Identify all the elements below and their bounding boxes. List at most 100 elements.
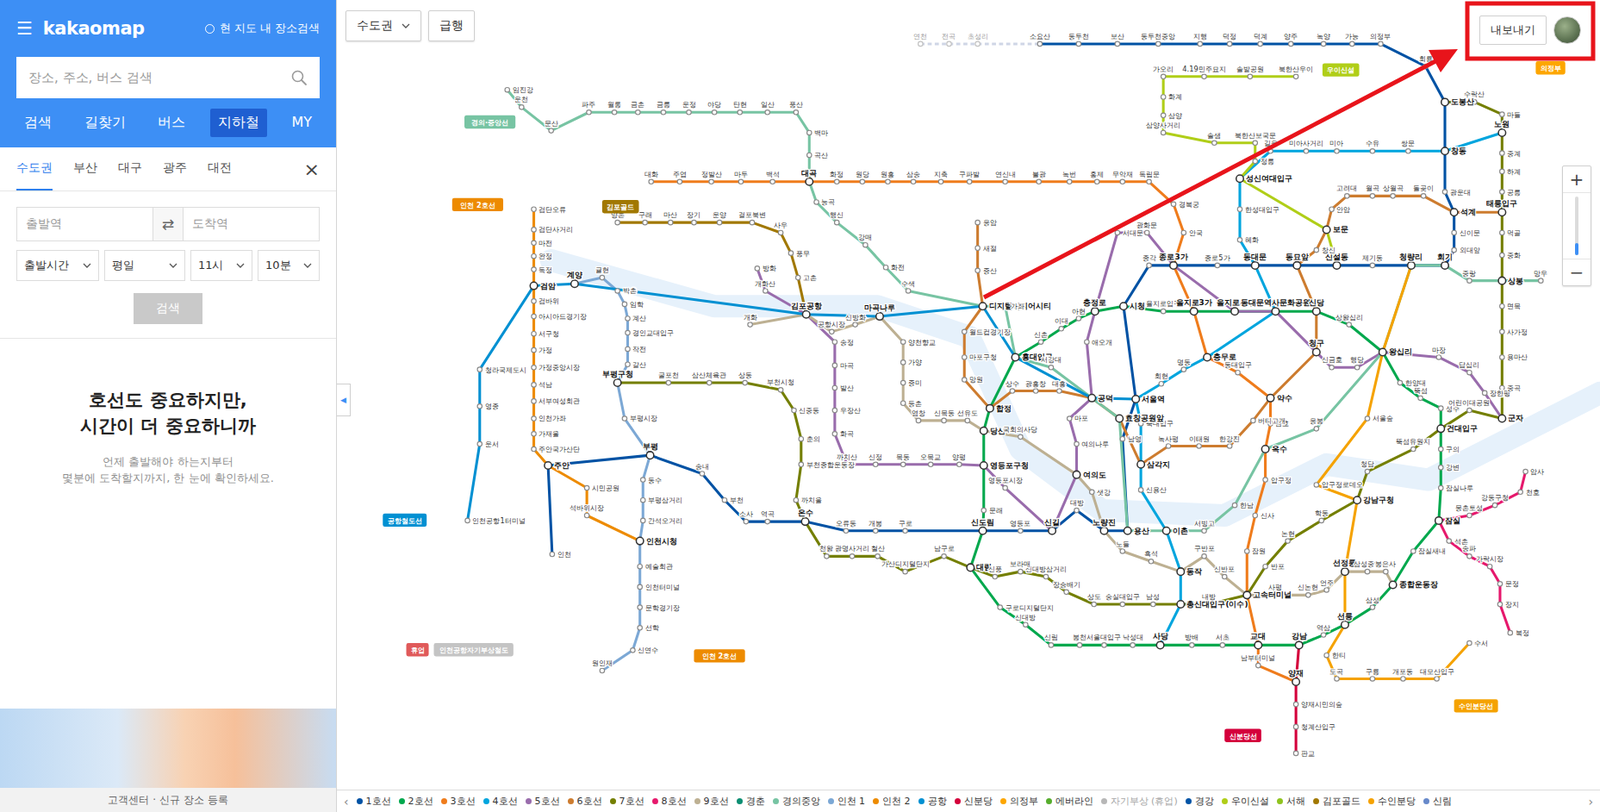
station-marker[interactable] <box>625 316 630 321</box>
station[interactable] <box>1074 507 1079 512</box>
station-label[interactable]: 동대문역사문화공원 <box>1240 298 1311 307</box>
station-label[interactable]: 검암 <box>540 281 556 291</box>
station-marker[interactable] <box>975 245 980 250</box>
station-marker[interactable] <box>706 379 711 385</box>
station-marker[interactable] <box>1467 407 1472 412</box>
station-marker[interactable] <box>1220 642 1225 648</box>
station[interactable] <box>477 404 482 409</box>
station-marker[interactable] <box>832 431 837 436</box>
station-label[interactable]: 북한산우이 <box>1278 64 1314 74</box>
station-marker[interactable] <box>1271 307 1280 316</box>
legend-item[interactable]: 공항 <box>918 794 947 808</box>
station[interactable] <box>1160 308 1165 313</box>
station-marker[interactable] <box>1170 201 1176 206</box>
collapse-sidebar-button[interactable]: ◀ <box>336 383 351 417</box>
station[interactable] <box>571 280 579 288</box>
station-marker[interactable] <box>1002 179 1008 184</box>
station-marker[interactable] <box>1438 465 1444 470</box>
station[interactable] <box>1158 381 1164 386</box>
station[interactable] <box>1500 304 1505 309</box>
station-label[interactable]: 금촌 <box>630 99 645 109</box>
legend-item[interactable]: 1호선 <box>356 794 392 808</box>
station-marker[interactable] <box>900 360 905 365</box>
station-marker[interactable] <box>637 625 642 630</box>
station[interactable] <box>1120 548 1125 554</box>
station[interactable] <box>883 265 888 270</box>
station[interactable] <box>625 361 630 367</box>
station-marker[interactable] <box>1500 230 1505 235</box>
region-dropdown[interactable]: 수도권 <box>345 10 422 42</box>
station[interactable] <box>1033 388 1038 393</box>
station[interactable] <box>1232 502 1237 507</box>
station-label[interactable]: 상동 <box>738 370 753 380</box>
station-marker[interactable] <box>962 329 967 334</box>
station[interactable] <box>737 110 742 115</box>
station-label[interactable]: 신촌 <box>1033 329 1048 339</box>
station[interactable] <box>1072 470 1081 479</box>
station-label[interactable]: 가양 <box>908 357 922 367</box>
station-label[interactable]: 운천 <box>514 94 529 104</box>
station-label[interactable]: 경인교대입구 <box>632 328 674 337</box>
station[interactable] <box>1074 441 1079 446</box>
station-marker[interactable] <box>529 281 538 290</box>
station[interactable] <box>625 329 630 335</box>
station-label[interactable]: 덕정 <box>1222 31 1237 41</box>
station[interactable] <box>1002 485 1008 490</box>
station-label[interactable]: 신사 <box>1260 510 1275 520</box>
station-label[interactable]: 탄현 <box>733 99 748 109</box>
station[interactable] <box>1160 94 1165 100</box>
station[interactable] <box>1176 567 1185 576</box>
station-marker[interactable] <box>979 461 988 470</box>
station[interactable] <box>1492 502 1497 507</box>
station-label[interactable]: 노들 <box>1115 539 1130 548</box>
station-marker[interactable] <box>1252 140 1258 145</box>
station-label[interactable]: 계산 <box>632 313 647 323</box>
station[interactable] <box>1498 414 1507 423</box>
station-marker[interactable] <box>1313 307 1321 316</box>
station-marker[interactable] <box>1332 261 1341 270</box>
station-marker[interactable] <box>1438 446 1444 451</box>
station-marker[interactable] <box>477 441 482 446</box>
station-marker[interactable] <box>1018 568 1023 573</box>
station-label[interactable]: 검단오류 <box>538 205 567 214</box>
line-path[interactable] <box>534 209 641 542</box>
station[interactable] <box>1438 485 1444 490</box>
station-marker[interactable] <box>531 254 536 259</box>
station-label[interactable]: 능곡 <box>821 197 835 206</box>
station-label[interactable]: 솔밭공원 <box>1236 64 1264 74</box>
station-label[interactable]: 문학경기장 <box>645 603 680 612</box>
station-marker[interactable] <box>1420 193 1426 199</box>
station-label[interactable]: 녹양 <box>1316 31 1331 41</box>
station-label[interactable]: 경복궁 <box>1178 199 1200 209</box>
station[interactable] <box>1048 642 1053 648</box>
station[interactable] <box>793 110 798 115</box>
station[interactable] <box>1002 179 1008 184</box>
station-marker[interactable] <box>852 322 858 327</box>
legend-item[interactable]: 3호선 <box>441 794 476 808</box>
station-label[interactable]: 역곡 <box>760 509 775 518</box>
station-label[interactable]: 상왕십리 <box>1335 312 1364 322</box>
station[interactable] <box>978 527 987 536</box>
station[interactable] <box>1450 208 1458 217</box>
station-label[interactable]: 이촌 <box>1172 526 1189 536</box>
station-marker[interactable] <box>531 206 536 212</box>
station-label[interactable]: 길음 <box>1263 138 1278 148</box>
station[interactable] <box>1285 538 1290 543</box>
subway-line[interactable] <box>617 222 807 315</box>
station-label[interactable]: 부평구청 <box>602 369 634 379</box>
station-marker[interactable] <box>1293 701 1298 706</box>
station-label[interactable]: 개포동 <box>1392 666 1414 676</box>
station[interactable] <box>1151 601 1156 606</box>
station[interactable] <box>1498 276 1507 285</box>
station-label[interactable]: 서구청 <box>538 329 560 338</box>
station-marker[interactable] <box>1197 41 1202 46</box>
station-marker[interactable] <box>1467 640 1472 645</box>
station[interactable] <box>548 128 554 133</box>
station[interactable] <box>1189 307 1198 316</box>
station-label[interactable]: 발산 <box>840 383 854 393</box>
station-label[interactable]: 검단사거리 <box>538 224 573 234</box>
station[interactable] <box>941 417 947 423</box>
station[interactable] <box>1120 601 1125 606</box>
station-marker[interactable] <box>711 110 716 115</box>
station-marker[interactable] <box>599 667 604 673</box>
